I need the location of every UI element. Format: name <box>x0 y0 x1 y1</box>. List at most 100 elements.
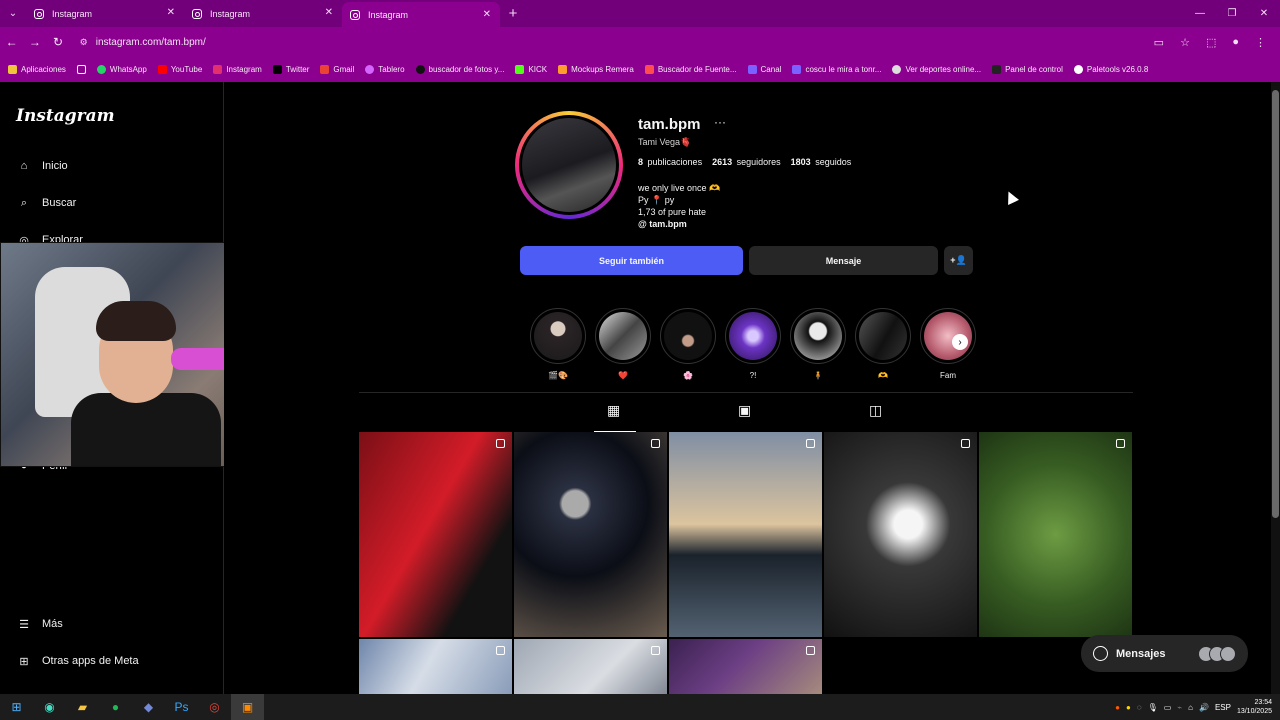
highlight-3[interactable]: 🌸 <box>660 308 716 381</box>
suggested-users-button[interactable]: +👤 <box>944 246 973 275</box>
browser-tab-3-active[interactable]: Instagram ✕ <box>342 2 500 27</box>
post-thumbnail[interactable] <box>359 432 512 637</box>
post-thumbnail[interactable] <box>359 639 512 694</box>
bookmark-tablero[interactable]: Tablero <box>365 65 405 74</box>
bookmark-canal[interactable]: Canal <box>747 65 781 74</box>
nav-otras-apps[interactable]: ⊞ Otras apps de Meta <box>16 653 138 669</box>
post-thumbnail[interactable] <box>514 432 667 637</box>
discord-icon[interactable]: ◆ <box>132 694 165 720</box>
bookmark-twitter[interactable]: Twitter <box>272 65 309 74</box>
bookmark-whatsapp[interactable]: WhatsApp <box>96 65 147 74</box>
reels-icon[interactable]: ▣ <box>738 402 751 419</box>
windows-start-icon[interactable]: ⊞ <box>0 694 33 720</box>
nav-buscar[interactable]: ⌕ Buscar <box>16 195 76 211</box>
profile-avatar-icon[interactable]: ● <box>1232 36 1239 49</box>
messages-widget[interactable]: Mensajes <box>1081 635 1248 672</box>
stat-followers[interactable]: 2613 seguidores <box>712 157 781 167</box>
extensions-icon[interactable]: ⬚ <box>1206 36 1216 49</box>
url-field[interactable]: ⚙ instagram.com/tam.bpm/ <box>80 31 1154 53</box>
close-window-icon[interactable]: ✕ <box>1248 0 1280 27</box>
bookmark-label: coscu le mira a tonr... <box>805 65 882 74</box>
message-button[interactable]: Mensaje <box>749 246 938 275</box>
home-icon: ⌂ <box>20 160 28 172</box>
threads-link[interactable]: @ tam.bpm <box>638 218 720 230</box>
taskbar-clock[interactable]: 23:54 13/10/2025 <box>1237 698 1272 716</box>
bookmark-aplicaciones[interactable]: Aplicaciones <box>8 65 66 74</box>
tray-app-icon[interactable]: ◌ <box>1137 703 1142 712</box>
volume-icon[interactable]: 🔊 <box>1199 703 1209 712</box>
camera-app-icon[interactable]: ◉ <box>33 694 66 720</box>
bookmark-paletools[interactable]: Paletools v26.0.8 <box>1073 65 1148 74</box>
bookmark-gmail[interactable]: Gmail <box>320 65 354 74</box>
forward-icon[interactable]: → <box>23 35 46 49</box>
tray-app-icon[interactable]: ● <box>1115 703 1120 712</box>
wifi-icon[interactable]: ⌂ <box>1188 703 1193 712</box>
more-options-icon[interactable]: ··· <box>714 115 726 129</box>
browser-menu-icon[interactable]: ⋮ <box>1255 36 1266 49</box>
profile-tabs-divider <box>359 392 1133 393</box>
display-icon[interactable]: ▭ <box>1164 703 1172 712</box>
bookmark-coscu[interactable]: coscu le mira a tonr... <box>792 65 881 74</box>
follow-back-button[interactable]: Seguir también <box>520 246 743 275</box>
bookmark-panel[interactable]: Panel de control <box>992 65 1063 74</box>
photoshop-icon[interactable]: Ps <box>165 694 198 720</box>
microphone-icon[interactable]: 🎙 <box>1148 703 1158 712</box>
browser-tab-1[interactable]: Instagram ✕ <box>26 0 184 27</box>
bookmark-mockups[interactable]: Mockups Remera <box>558 65 634 74</box>
bookmark-grid[interactable] <box>76 65 86 74</box>
install-app-icon[interactable]: ▭ <box>1154 36 1164 49</box>
close-tab-icon[interactable]: ✕ <box>325 7 333 18</box>
obs-icon[interactable]: ▣ <box>231 694 264 720</box>
tagged-icon[interactable]: ◫ <box>869 402 882 419</box>
bookmark-label: YouTube <box>170 65 203 74</box>
browser-tab-2[interactable]: Instagram ✕ <box>184 0 342 27</box>
bookmark-star-icon[interactable]: ☆ <box>1180 36 1190 49</box>
spotify-icon[interactable]: ● <box>99 694 132 720</box>
file-explorer-icon[interactable]: ▰ <box>66 694 99 720</box>
new-tab-button[interactable]: + <box>500 5 526 22</box>
profile-avatar-story-ring[interactable] <box>515 111 623 219</box>
posts-grid-icon[interactable]: ▦ <box>607 402 620 419</box>
bookmark-buscador-fuente[interactable]: Buscador de Fuente... <box>644 65 737 74</box>
page-scrollbar[interactable] <box>1271 82 1280 694</box>
stat-posts[interactable]: 8 publicaciones <box>638 157 702 167</box>
keyboard-language[interactable]: ESP <box>1215 703 1231 712</box>
highlights-next-icon[interactable]: › <box>952 334 968 350</box>
highlight-1[interactable]: 🎬🎨 <box>530 308 586 381</box>
close-tab-icon[interactable]: ✕ <box>483 9 491 20</box>
nav-mas[interactable]: ☰ Más <box>16 616 63 632</box>
highlight-5[interactable]: 🧍 <box>790 308 846 381</box>
spark-icon <box>365 65 375 74</box>
post-thumbnail[interactable] <box>824 432 977 637</box>
bookmark-deportes[interactable]: Ver deportes online... <box>892 65 981 74</box>
post-thumbnail[interactable] <box>514 639 667 694</box>
close-tab-icon[interactable]: ✕ <box>167 7 175 18</box>
reload-icon[interactable]: ↻ <box>46 35 69 49</box>
bookmark-buscador-fotos[interactable]: buscador de fotos y... <box>415 65 504 74</box>
post-thumbnail[interactable] <box>979 432 1132 637</box>
stat-following[interactable]: 1803 seguidos <box>791 157 852 167</box>
highlight-4[interactable]: ?! <box>725 308 781 381</box>
bookmark-instagram[interactable]: Instagram <box>213 65 262 74</box>
bookmark-kick[interactable]: KICK <box>515 65 547 74</box>
profile-main: tam.bpm ··· Tami Vega🫀 8 publicaciones 2… <box>224 82 1271 694</box>
highlight-2[interactable]: ❤️ <box>595 308 651 381</box>
story-highlights: 🎬🎨 ❤️ 🌸 ?! 🧍 🫶 Fam <box>530 308 976 381</box>
post-thumbnail[interactable] <box>669 432 822 637</box>
tray-app-icon[interactable]: ● <box>1126 703 1131 712</box>
bookmark-youtube[interactable]: YouTube <box>157 65 203 74</box>
network-icon[interactable]: ⌁ <box>1177 703 1182 712</box>
highlight-6[interactable]: 🫶 <box>855 308 911 381</box>
nav-inicio[interactable]: ⌂ Inicio <box>16 158 68 174</box>
scrollbar-thumb[interactable] <box>1272 90 1279 518</box>
chrome-icon[interactable]: ◎ <box>198 694 231 720</box>
bookmark-label: Gmail <box>333 65 355 74</box>
bookmark-label: Instagram <box>226 65 262 74</box>
tab-search-icon[interactable]: ⌄ <box>0 0 26 27</box>
instagram-logo[interactable]: Instagram <box>16 106 115 126</box>
restore-icon[interactable]: ❐ <box>1216 0 1248 27</box>
minimize-icon[interactable]: — <box>1184 0 1216 27</box>
back-icon[interactable]: ← <box>0 35 23 49</box>
site-info-icon[interactable]: ⚙ <box>80 37 88 48</box>
post-thumbnail[interactable] <box>669 639 822 694</box>
